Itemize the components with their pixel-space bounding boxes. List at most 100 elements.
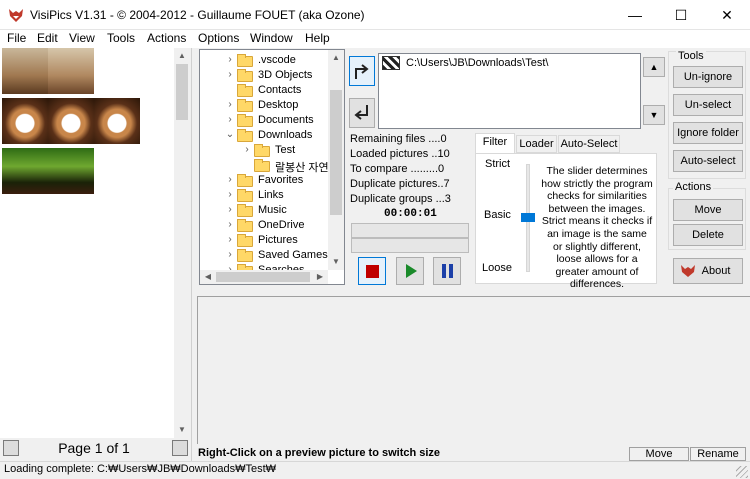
scroll-up-icon[interactable]: ▲ bbox=[174, 48, 190, 64]
folder-icon bbox=[237, 204, 253, 217]
scroll-right-icon[interactable]: ▶ bbox=[312, 269, 328, 285]
fox-logo-icon bbox=[681, 265, 695, 277]
play-button[interactable] bbox=[396, 257, 424, 285]
slider-label-basic: Basic bbox=[484, 209, 511, 221]
menu-help[interactable]: Help bbox=[305, 31, 330, 45]
previous-page-button[interactable] bbox=[3, 440, 19, 456]
folder-icon bbox=[237, 219, 253, 232]
actions-heading: Actions bbox=[673, 181, 714, 193]
about-button[interactable]: About bbox=[673, 258, 743, 284]
folder-icon bbox=[237, 114, 253, 127]
tree-item-label: Test bbox=[275, 144, 296, 156]
tree-item-label: 3D Objects bbox=[258, 69, 313, 81]
menu-window[interactable]: Window bbox=[250, 31, 293, 45]
slider-label-loose: Loose bbox=[482, 262, 512, 274]
thumbnail-image[interactable] bbox=[2, 98, 48, 144]
similarity-slider-thumb[interactable] bbox=[521, 213, 535, 222]
progress-bar bbox=[351, 238, 469, 253]
move-up-button[interactable]: ▲ bbox=[643, 57, 665, 77]
arrow-up-right-icon bbox=[355, 64, 369, 79]
tree-item-label: Saved Games bbox=[258, 249, 328, 261]
scroll-down-icon[interactable]: ▼ bbox=[328, 254, 344, 270]
resize-grip-icon[interactable] bbox=[736, 466, 748, 478]
scrollbar-thumb[interactable] bbox=[176, 64, 188, 120]
tree-item-label: Documents bbox=[258, 114, 314, 126]
loaded-pictures: Loaded pictures ..10 bbox=[350, 148, 450, 160]
add-folder-button[interactable] bbox=[349, 56, 375, 86]
menu-file[interactable]: File bbox=[7, 31, 26, 45]
window-title: VisiPics V1.31 - © 2004-2012 - Guillaume… bbox=[30, 8, 365, 22]
scrollbar-thumb[interactable] bbox=[216, 272, 310, 282]
remove-folder-button[interactable] bbox=[349, 98, 375, 128]
close-button[interactable]: ✕ bbox=[704, 0, 750, 30]
slider-label-strict: Strict bbox=[485, 158, 511, 170]
unselect-button[interactable]: Un-select bbox=[673, 94, 743, 116]
folder-icon bbox=[237, 174, 253, 187]
menu-edit[interactable]: Edit bbox=[37, 31, 58, 45]
maximize-button[interactable]: ☐ bbox=[658, 0, 704, 30]
folder-icon bbox=[237, 189, 253, 202]
folder-icon bbox=[237, 249, 253, 262]
chevron-right-icon[interactable]: › bbox=[225, 99, 235, 110]
thumbnail-image[interactable] bbox=[94, 98, 140, 144]
scroll-down-icon[interactable]: ▼ bbox=[174, 422, 190, 438]
tree-item-label: Links bbox=[258, 189, 284, 201]
tab-loader[interactable]: Loader bbox=[516, 135, 557, 153]
move-down-button[interactable]: ▼ bbox=[643, 105, 665, 125]
pause-icon bbox=[442, 264, 453, 278]
preview-hint: Right-Click on a preview picture to swit… bbox=[198, 447, 441, 459]
chevron-right-icon[interactable]: › bbox=[225, 54, 235, 65]
folder-icon bbox=[237, 234, 253, 247]
menu-actions[interactable]: Actions bbox=[147, 31, 186, 45]
menu-view[interactable]: View bbox=[69, 31, 95, 45]
folder-icon bbox=[237, 54, 253, 67]
scrollbar-thumb[interactable] bbox=[330, 90, 342, 215]
folder-path[interactable]: C:\Users\JB\Downloads\Test\ bbox=[406, 57, 548, 69]
chevron-right-icon[interactable]: › bbox=[225, 69, 235, 80]
tree-item-label: Downloads bbox=[258, 129, 313, 141]
chevron-down-icon[interactable]: ⌄ bbox=[225, 129, 235, 140]
chevron-right-icon[interactable]: › bbox=[225, 249, 235, 260]
delete-button[interactable]: Delete bbox=[673, 224, 743, 246]
chevron-right-icon[interactable]: › bbox=[225, 174, 235, 185]
tab-auto-select[interactable]: Auto-Select bbox=[558, 135, 620, 153]
thumbnail-panel[interactable] bbox=[0, 48, 190, 438]
chevron-right-icon[interactable]: › bbox=[225, 219, 235, 230]
auto-select-button[interactable]: Auto-select bbox=[673, 150, 743, 172]
thumbnail-image[interactable] bbox=[48, 98, 94, 144]
preview-area[interactable] bbox=[197, 296, 750, 444]
tab-filter[interactable]: Filter bbox=[475, 133, 515, 153]
scroll-left-icon[interactable]: ◀ bbox=[200, 269, 216, 285]
thumbnail-image[interactable] bbox=[2, 48, 48, 94]
arrow-up-icon: ▲ bbox=[649, 62, 659, 72]
chevron-right-icon[interactable]: › bbox=[225, 114, 235, 125]
minimize-button[interactable]: — bbox=[612, 0, 658, 30]
tree-item-label: Pictures bbox=[258, 234, 298, 246]
chevron-right-icon[interactable]: › bbox=[225, 234, 235, 245]
chevron-right-icon[interactable]: › bbox=[225, 204, 235, 215]
pause-button[interactable] bbox=[433, 257, 461, 285]
chevron-right-icon[interactable]: › bbox=[225, 189, 235, 200]
menu-options[interactable]: Options bbox=[198, 31, 239, 45]
folder-icon bbox=[254, 159, 270, 172]
tree-item-label: Favorites bbox=[258, 174, 304, 186]
thumbnail-image[interactable] bbox=[48, 48, 94, 94]
thumbnail-image[interactable] bbox=[48, 148, 94, 194]
fox-logo-icon bbox=[9, 9, 23, 22]
next-page-button[interactable] bbox=[172, 440, 188, 456]
ignore-folder-button[interactable]: Ignore folder bbox=[673, 122, 743, 144]
stop-button[interactable] bbox=[358, 257, 386, 285]
unignore-button[interactable]: Un-ignore bbox=[673, 66, 743, 88]
folder-tree[interactable]: › .vscode › 3D Objects Contacts › Desktop ›… bbox=[199, 49, 345, 285]
thumbnail-image[interactable] bbox=[2, 148, 48, 194]
filter-description: The slider determines how strictly the p… bbox=[541, 165, 653, 291]
bottom-move-button[interactable]: Move bbox=[629, 447, 689, 461]
bottom-rename-button[interactable]: Rename bbox=[690, 447, 746, 461]
tree-item-label: .vscode bbox=[258, 54, 296, 66]
tools-heading: Tools bbox=[676, 50, 706, 62]
move-button[interactable]: Move bbox=[673, 199, 743, 221]
scroll-up-icon[interactable]: ▲ bbox=[328, 50, 344, 66]
menu-tools[interactable]: Tools bbox=[107, 31, 135, 45]
chevron-right-icon[interactable]: › bbox=[242, 144, 252, 155]
arrow-down-icon: ▼ bbox=[649, 110, 659, 120]
